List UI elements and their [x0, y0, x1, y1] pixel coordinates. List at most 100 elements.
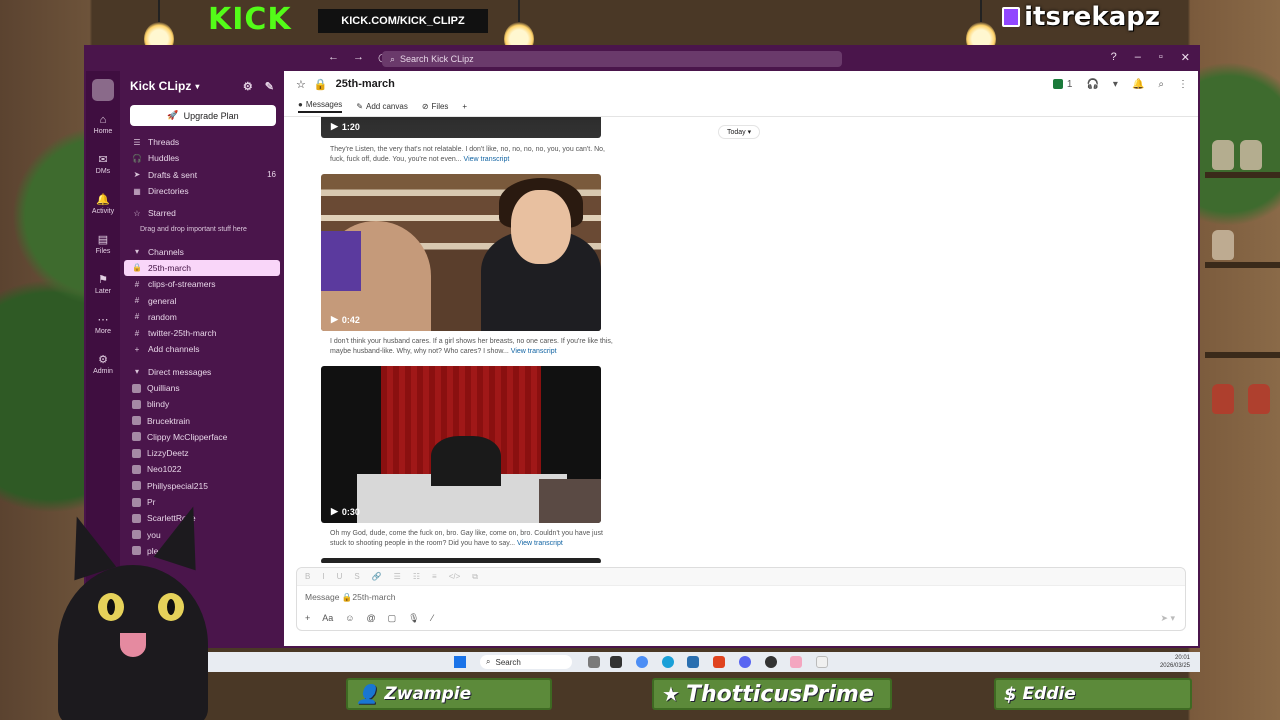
view-transcript-link[interactable]: View transcript: [511, 348, 557, 355]
dm-section-header[interactable]: ▾ Direct messages: [120, 364, 284, 380]
view-transcript-link[interactable]: View transcript: [464, 156, 510, 163]
message-input[interactable]: Message 🔒25th-march: [297, 586, 1185, 608]
channel-item-twitter-25th-march[interactable]: # twitter-25th-march: [120, 325, 284, 341]
composer-tool[interactable]: 🎙: [408, 613, 419, 624]
format-tool[interactable]: 🔗: [372, 572, 382, 581]
duration-text: 1:20: [341, 121, 360, 132]
tab-files[interactable]: ⊘ Files: [422, 102, 449, 111]
workspace-header[interactable]: Kick CLipz ▾ ⚙ ✎: [120, 71, 284, 101]
notifications-icon[interactable]: 🔔: [1132, 79, 1144, 90]
upgrade-plan-button[interactable]: 🚀 Upgrade Plan: [130, 105, 276, 126]
bell-icon: 🔔: [96, 194, 110, 206]
close-icon[interactable]: ✕: [1181, 51, 1190, 64]
composer-tool[interactable]: @: [366, 613, 375, 623]
format-tool[interactable]: U: [337, 572, 343, 581]
dm-item[interactable]: Clippy McClipperface: [120, 429, 284, 445]
video-attachment[interactable]: [321, 558, 601, 563]
dm-item[interactable]: blindy: [120, 396, 284, 412]
maximize-icon[interactable]: ▫: [1159, 51, 1163, 64]
gear-icon: ⚙: [98, 354, 108, 366]
star-channel-icon[interactable]: ☆: [296, 78, 306, 91]
cat-eye: [158, 593, 184, 621]
help-icon[interactable]: ?: [1111, 51, 1117, 64]
tab-add-canvas[interactable]: ✎ Add canvas: [356, 102, 408, 111]
discord-icon[interactable]: [739, 656, 751, 668]
windows-start-icon[interactable]: [454, 656, 466, 668]
rail-item-admin[interactable]: ⚙ Admin: [86, 345, 120, 385]
format-tool[interactable]: S: [354, 572, 359, 581]
file-icon[interactable]: [816, 656, 828, 668]
format-tool[interactable]: ⧉: [472, 572, 478, 582]
video-attachment[interactable]: ▶ 0:30: [321, 366, 601, 523]
format-tool[interactable]: B: [305, 572, 310, 581]
brave-icon[interactable]: [713, 656, 725, 668]
channel-item-25th-march[interactable]: 🔒 25th-march: [124, 259, 280, 277]
tab-messages[interactable]: ● Messages: [298, 100, 343, 113]
edge-icon[interactable]: [662, 656, 674, 668]
add-tab-button[interactable]: +: [462, 102, 467, 111]
rail-item-home[interactable]: ⌂ Home: [86, 105, 120, 145]
rail-item-more[interactable]: ⋯ More: [86, 305, 120, 345]
send-icon[interactable]: ➤ ▾: [1160, 613, 1175, 624]
taskbar-app-icon[interactable]: [610, 656, 622, 668]
store-icon[interactable]: [687, 656, 699, 668]
format-tool[interactable]: </>: [449, 572, 461, 581]
composer-tool[interactable]: ⁄: [432, 613, 434, 623]
dm-item[interactable]: Brucektrain: [120, 412, 284, 428]
taskbar-clock[interactable]: 20:01 2026/03/25: [1160, 654, 1190, 670]
video-attachment[interactable]: ▶ 0:42: [321, 174, 601, 331]
taskbar-search[interactable]: ⌕ Search: [480, 655, 572, 669]
video-attachment[interactable]: ▶ 1:20: [321, 117, 601, 138]
format-tool[interactable]: ☷: [413, 572, 420, 581]
search-bar[interactable]: ⌕ Search Kick CLipz: [382, 51, 842, 67]
more-vertical-icon[interactable]: ⋮: [1178, 79, 1188, 90]
channel-item-add-channels[interactable]: + Add channels: [120, 341, 284, 357]
sidebar-item-drafts-sent[interactable]: ➤ Drafts & sent 16: [120, 167, 284, 183]
dm-label: Phillyspecial215: [147, 480, 208, 491]
taskbar-app-icon[interactable]: [588, 656, 600, 668]
huddle-icon[interactable]: 🎧: [1086, 79, 1098, 90]
workspace-avatar[interactable]: [92, 79, 114, 101]
dm-item[interactable]: Neo1022: [120, 461, 284, 477]
dm-item[interactable]: Phillyspecial215: [120, 478, 284, 494]
channels-section-header[interactable]: ▾ Channels: [120, 243, 284, 259]
channel-item-general[interactable]: # general: [120, 292, 284, 308]
starred-section-header[interactable]: ☆ Starred: [120, 205, 284, 221]
sidebar-item-directories[interactable]: ▦ Directories: [120, 183, 284, 199]
view-transcript-link[interactable]: View transcript: [517, 540, 563, 547]
search-icon[interactable]: ⌕: [1158, 79, 1164, 90]
rail-item-files[interactable]: ▤ Files: [86, 225, 120, 265]
rail-item-later[interactable]: ⚑ Later: [86, 265, 120, 305]
composer-tool[interactable]: +: [305, 613, 310, 623]
composer-tool[interactable]: Aa: [322, 613, 333, 623]
date-divider[interactable]: Today ▾: [718, 125, 761, 139]
rail-item-dms[interactable]: ✉ DMs: [86, 145, 120, 185]
format-tool[interactable]: I: [322, 572, 324, 581]
rail-item-activity[interactable]: 🔔 Activity: [86, 185, 120, 225]
channel-item-clips-of-streamers[interactable]: # clips-of-streamers: [120, 276, 284, 292]
format-tool[interactable]: ☰: [394, 572, 401, 581]
format-tool[interactable]: ≡: [432, 572, 437, 581]
composer-tool[interactable]: ☺: [345, 613, 354, 623]
chevron-down-icon[interactable]: ▾: [1113, 79, 1118, 90]
dm-item[interactable]: LizzyDeetz: [120, 445, 284, 461]
channels-label: Channels: [148, 246, 184, 257]
chrome-icon[interactable]: [636, 656, 648, 668]
sidebar-item-huddles[interactable]: 🎧 Huddles: [120, 150, 284, 166]
settings-icon[interactable]: ⚙: [243, 80, 253, 93]
dm-item[interactable]: Quillians: [120, 380, 284, 396]
sidebar-item-threads[interactable]: ☰ Threads: [120, 134, 284, 150]
members-button[interactable]: 1: [1052, 79, 1072, 90]
composer-tool[interactable]: ▢: [388, 613, 397, 624]
history-nav: ← → ◷: [328, 51, 388, 64]
channel-name[interactable]: 25th-march: [336, 78, 395, 90]
minimize-icon[interactable]: –: [1135, 51, 1141, 64]
taskbar-app-icon[interactable]: [790, 656, 802, 668]
obs-icon[interactable]: [765, 656, 777, 668]
back-arrow-icon[interactable]: ←: [328, 51, 339, 64]
compose-icon[interactable]: ✎: [265, 80, 274, 93]
channel-item-random[interactable]: # random: [120, 309, 284, 325]
forward-arrow-icon[interactable]: →: [353, 51, 364, 64]
cat-avatar-overlay: [55, 499, 215, 720]
caret-icon: ▾: [134, 367, 139, 377]
